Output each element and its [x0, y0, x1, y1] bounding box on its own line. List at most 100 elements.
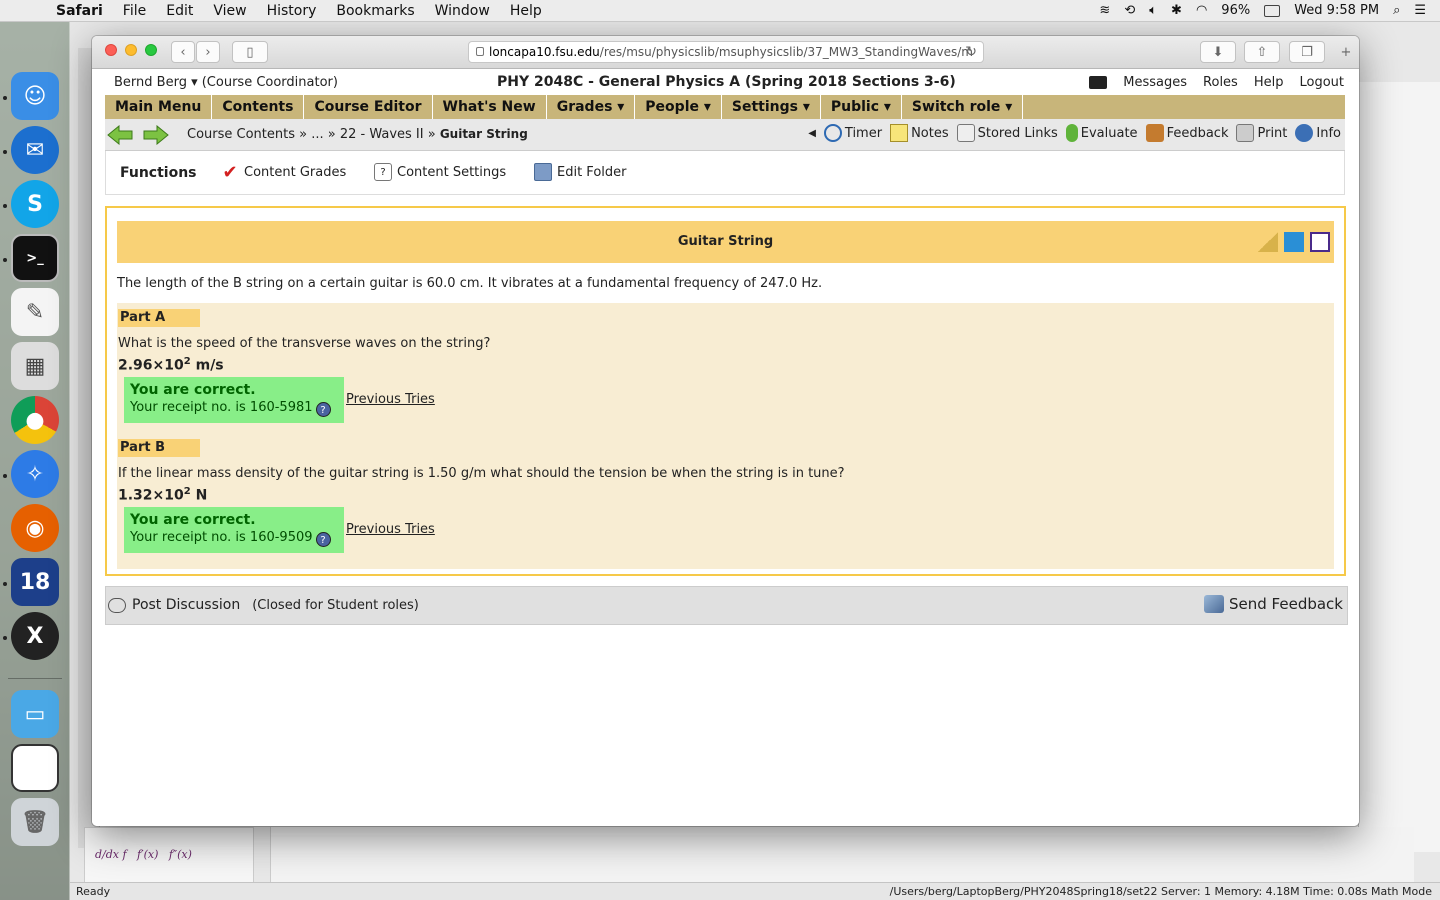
- menu-main-menu[interactable]: Main Menu: [105, 95, 213, 119]
- dock-running-indicator: [3, 96, 7, 100]
- address-bar[interactable]: loncapa10.fsu.edu/res/msu/physicslib/msu…: [468, 41, 984, 63]
- battery-percent[interactable]: 96%: [1221, 3, 1250, 18]
- menu-window[interactable]: Window: [425, 3, 500, 19]
- xquartz-icon[interactable]: X: [11, 612, 59, 660]
- info-tool[interactable]: Info: [1295, 124, 1341, 142]
- html-editor-icon[interactable]: [1310, 232, 1330, 252]
- problem-container: Guitar String The length of the B string…: [105, 206, 1346, 576]
- trash-icon[interactable]: 🗑︎: [11, 798, 59, 846]
- part-b-previous-tries-link[interactable]: Previous Tries: [346, 522, 435, 537]
- minimize-window-button[interactable]: [125, 44, 137, 56]
- menu-course-editor[interactable]: Course Editor: [304, 95, 433, 119]
- breadcrumb-path[interactable]: Course Contents » ... » 22 - Waves II »: [187, 127, 436, 142]
- stored-links-tool[interactable]: Stored Links: [956, 124, 1058, 142]
- help-icon[interactable]: ?: [315, 402, 331, 417]
- menu-grades[interactable]: Grades ▾: [547, 95, 636, 119]
- menu-history[interactable]: History: [257, 3, 327, 19]
- status-right: /Users/berg/LaptopBerg/PHY2048Spring18/s…: [889, 885, 1432, 898]
- share-button[interactable]: ⇧: [1244, 41, 1280, 63]
- menu-whats-new[interactable]: What's New: [433, 95, 547, 119]
- folder-edit-icon: [534, 163, 552, 181]
- content-grades-link[interactable]: ✔ Content Grades: [221, 162, 346, 183]
- help-link[interactable]: Help: [1254, 75, 1284, 90]
- menu-help[interactable]: Help: [500, 3, 552, 19]
- downloads-button[interactable]: ⬇: [1200, 41, 1236, 63]
- evaluate-tool[interactable]: Evaluate: [1065, 124, 1138, 142]
- feedback-label: Feedback: [1166, 125, 1229, 141]
- help-icon[interactable]: ?: [315, 532, 331, 547]
- forward-button[interactable]: ›: [196, 41, 220, 63]
- folder-icon[interactable]: ▭: [11, 690, 59, 738]
- edit-problem-icon[interactable]: [1284, 232, 1304, 252]
- volume-icon[interactable]: 🔈︎: [1149, 3, 1157, 18]
- close-window-button[interactable]: [105, 44, 117, 56]
- notes-label: Notes: [911, 125, 949, 141]
- post-discussion-link[interactable]: Post Discussion: [132, 597, 240, 613]
- firefox-icon[interactable]: ◉: [11, 504, 59, 552]
- roles-link[interactable]: Roles: [1203, 75, 1238, 90]
- content-settings-link[interactable]: ? Content Settings: [374, 163, 506, 181]
- wifi-icon[interactable]: ◠: [1196, 3, 1207, 18]
- menu-view[interactable]: View: [203, 3, 256, 19]
- skype-icon[interactable]: S: [11, 180, 59, 228]
- monitor-icon[interactable]: [1089, 76, 1108, 89]
- part-a-correct-box: You are correct. Your receipt no. is 160…: [124, 377, 344, 423]
- background-right-pane: [1358, 82, 1440, 852]
- new-tab-button[interactable]: +: [1335, 41, 1357, 63]
- logout-link[interactable]: Logout: [1299, 75, 1344, 90]
- next-arrow-icon[interactable]: [143, 124, 169, 146]
- nav-bar: Course Contents » ... » 22 - Waves II » …: [105, 119, 1345, 151]
- breadcrumb[interactable]: Course Contents » ... » 22 - Waves II » …: [187, 127, 528, 142]
- battery-icon[interactable]: [1264, 4, 1281, 17]
- menu-contents[interactable]: Contents: [212, 95, 305, 119]
- user-role[interactable]: Bernd Berg ▾ (Course Coordinator): [114, 75, 338, 90]
- collapse-triangle-icon[interactable]: ◀: [808, 128, 816, 139]
- messages-link[interactable]: Messages: [1123, 75, 1187, 90]
- menu-people[interactable]: People ▾: [635, 95, 722, 119]
- feedback-tool[interactable]: Feedback: [1145, 124, 1229, 142]
- edit-folder-link[interactable]: Edit Folder: [534, 163, 626, 181]
- notification-center-icon[interactable]: ☰: [1414, 3, 1426, 18]
- ruler-icon[interactable]: [1258, 232, 1278, 252]
- calendar-app-icon[interactable]: 18: [11, 558, 59, 606]
- menu-file[interactable]: File: [113, 3, 156, 19]
- safari-icon[interactable]: ✧: [11, 450, 59, 498]
- tabs-button[interactable]: ❐: [1289, 41, 1325, 63]
- discussion-closed-note: (Closed for Student roles): [252, 597, 419, 613]
- zoom-window-button[interactable]: [145, 44, 157, 56]
- breadcrumb-current: Guitar String: [439, 127, 528, 141]
- send-feedback-link[interactable]: Send Feedback: [1204, 595, 1343, 613]
- nav-tools: ◀ Timer Notes Stored Links Evaluate Feed…: [808, 124, 1341, 142]
- part-a-previous-tries-link[interactable]: Previous Tries: [346, 392, 435, 407]
- notes-tool[interactable]: Notes: [890, 124, 949, 142]
- timer-tool[interactable]: Timer: [823, 124, 882, 142]
- thunderbird-icon[interactable]: ✉: [11, 126, 59, 174]
- print-tool[interactable]: Print: [1236, 124, 1287, 142]
- finder-icon[interactable]: ☺: [11, 72, 59, 120]
- menu-safari[interactable]: Safari: [46, 3, 113, 19]
- reload-icon[interactable]: ↻: [965, 44, 977, 60]
- calculator-icon[interactable]: ▦: [11, 342, 59, 390]
- terminal-icon[interactable]: >_: [11, 234, 59, 282]
- send-feedback-icon: [1204, 595, 1225, 613]
- bluetooth-icon[interactable]: ✱: [1171, 3, 1182, 18]
- chrome-icon[interactable]: ●: [11, 396, 59, 444]
- menu-bookmarks[interactable]: Bookmarks: [326, 3, 424, 19]
- back-button[interactable]: ‹: [171, 41, 195, 63]
- spotlight-icon[interactable]: ⌕: [1393, 3, 1400, 18]
- menu-settings[interactable]: Settings ▾: [722, 95, 821, 119]
- part-b-label: Part B: [118, 439, 200, 457]
- document-thumbnail-icon[interactable]: [11, 744, 59, 792]
- clock[interactable]: Wed 9:58 PM: [1294, 3, 1379, 18]
- background-editor-area[interactable]: [270, 827, 1414, 887]
- menu-edit[interactable]: Edit: [156, 3, 203, 19]
- safari-window: ‹ › ▯ loncapa10.fsu.edu/res/msu/physicsl…: [92, 36, 1359, 826]
- time-machine-icon[interactable]: ⟲: [1124, 3, 1135, 18]
- sidebar-icon: ▯: [246, 44, 254, 60]
- previous-arrow-icon[interactable]: [107, 124, 133, 146]
- menu-public[interactable]: Public ▾: [821, 95, 902, 119]
- textedit-icon[interactable]: ✎: [11, 288, 59, 336]
- menu-switch-role[interactable]: Switch role ▾: [902, 95, 1024, 119]
- display-icon[interactable]: ≋: [1099, 3, 1110, 18]
- sidebar-toggle-button[interactable]: ▯: [232, 41, 268, 63]
